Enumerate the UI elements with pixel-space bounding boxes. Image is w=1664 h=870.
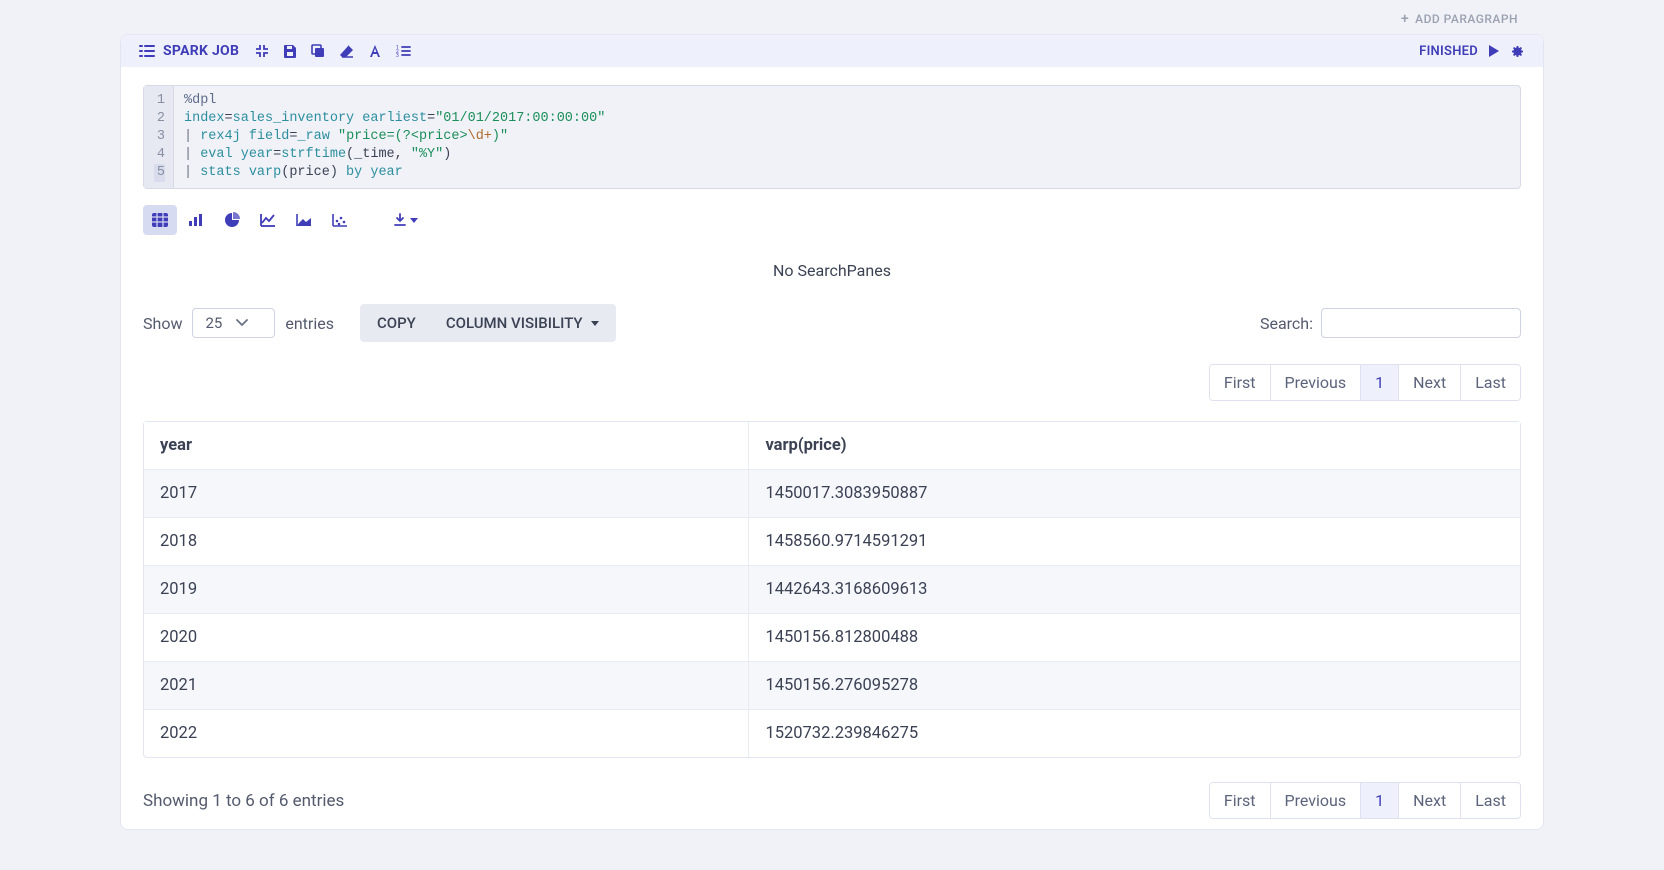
cell-year: 2020	[144, 614, 749, 662]
add-paragraph-button[interactable]: + ADD PARAGRAPH	[1401, 12, 1518, 26]
header-icons: 123	[255, 44, 411, 58]
cell-year: 2022	[144, 710, 749, 757]
svg-text:3: 3	[396, 53, 399, 58]
table-row: 20191442643.3168609613	[144, 566, 1520, 614]
results-table: year varp(price) 20171450017.30839508872…	[143, 421, 1521, 758]
add-paragraph-row: + ADD PARAGRAPH	[0, 0, 1664, 34]
entries-label: entries	[285, 314, 334, 333]
cell-status: FINISHED	[1419, 44, 1478, 59]
copy-icon[interactable]	[311, 44, 325, 58]
chevron-down-icon	[410, 218, 418, 223]
table-row: 20171450017.3083950887	[144, 470, 1520, 518]
button-group: COPY COLUMN VISIBILITY	[360, 304, 616, 342]
col-varp[interactable]: varp(price)	[749, 422, 1520, 470]
scatter-chart-button[interactable]	[323, 205, 357, 235]
entries-select[interactable]: 25	[192, 308, 275, 338]
eraser-icon[interactable]	[339, 44, 354, 58]
cell-year: 2019	[144, 566, 749, 614]
table-footer: Showing 1 to 6 of 6 entries First Previo…	[121, 764, 1543, 829]
cell-varp: 1450017.3083950887	[749, 470, 1520, 518]
column-visibility-button[interactable]: COLUMN VISIBILITY	[432, 307, 613, 339]
pager-page-1[interactable]: 1	[1360, 365, 1398, 400]
table-controls: Show 25 entries COPY COLUMN VISIBILITY S…	[121, 290, 1543, 348]
table-row: 20211450156.276095278	[144, 662, 1520, 710]
chevron-down-icon	[591, 321, 599, 326]
pager-last[interactable]: Last	[1460, 783, 1520, 818]
cell-varp: 1458560.9714591291	[749, 518, 1520, 566]
showing-text: Showing 1 to 6 of 6 entries	[143, 791, 344, 811]
cell-varp: 1450156.812800488	[749, 614, 1520, 662]
cell-title-text: SPARK JOB	[163, 43, 239, 59]
show-label: Show	[143, 314, 182, 333]
table-row: 20181458560.9714591291	[144, 518, 1520, 566]
cell-varp: 1442643.3168609613	[749, 566, 1520, 614]
pager-last[interactable]: Last	[1460, 365, 1520, 400]
code-body: %dpl index=sales_inventory earliest="01/…	[174, 86, 1520, 188]
table-row: 20221520732.239846275	[144, 710, 1520, 757]
pager-bottom: First Previous 1 Next Last	[1209, 782, 1521, 819]
cell-title: SPARK JOB	[139, 43, 239, 59]
cell-year: 2021	[144, 662, 749, 710]
search-label: Search:	[1260, 314, 1313, 333]
pie-chart-button[interactable]	[215, 205, 249, 235]
line-chart-button[interactable]	[251, 205, 285, 235]
bar-chart-button[interactable]	[179, 205, 213, 235]
cell-varp: 1520732.239846275	[749, 710, 1520, 757]
cell-year: 2017	[144, 470, 749, 518]
entries-value: 25	[205, 314, 222, 332]
plus-icon: +	[1401, 12, 1409, 26]
list-icon	[139, 44, 155, 58]
pager-prev[interactable]: Previous	[1270, 783, 1361, 818]
notebook-cell: SPARK JOB 123 FINISHED 1 2	[120, 34, 1544, 830]
pager-first[interactable]: First	[1210, 365, 1270, 400]
play-icon[interactable]	[1488, 44, 1500, 58]
cell-header: SPARK JOB 123 FINISHED	[121, 35, 1543, 67]
cell-year: 2018	[144, 518, 749, 566]
code-editor[interactable]: 1 2 3 4 5 %dpl index=sales_inventory ear…	[143, 85, 1521, 189]
pager-next[interactable]: Next	[1398, 365, 1460, 400]
font-icon[interactable]	[368, 44, 382, 58]
pager-page-1[interactable]: 1	[1360, 783, 1398, 818]
pager-first[interactable]: First	[1210, 783, 1270, 818]
table-view-button[interactable]	[143, 205, 177, 235]
cell-header-right: FINISHED	[1419, 44, 1525, 59]
ordered-list-icon[interactable]: 123	[396, 44, 411, 58]
save-icon[interactable]	[283, 44, 297, 58]
no-search-panes: No SearchPanes	[121, 235, 1543, 290]
pager-prev[interactable]: Previous	[1270, 365, 1361, 400]
compress-icon[interactable]	[255, 44, 269, 58]
line-gutter: 1 2 3 4 5	[144, 86, 174, 188]
area-chart-button[interactable]	[287, 205, 321, 235]
workspace: + ADD PARAGRAPH SPARK JOB 123	[0, 0, 1664, 870]
cell-varp: 1450156.276095278	[749, 662, 1520, 710]
cell-header-left: SPARK JOB 123	[139, 43, 411, 59]
search-input[interactable]	[1321, 308, 1521, 338]
download-button[interactable]	[385, 205, 426, 235]
gear-icon[interactable]	[1510, 44, 1525, 59]
chevron-down-icon	[236, 319, 248, 327]
col-year[interactable]: year	[144, 422, 749, 470]
table-header-row: year varp(price)	[144, 422, 1520, 470]
pager-next[interactable]: Next	[1398, 783, 1460, 818]
add-paragraph-label: ADD PARAGRAPH	[1415, 12, 1518, 26]
table-row: 20201450156.812800488	[144, 614, 1520, 662]
pager-top: First Previous 1 Next Last	[121, 348, 1543, 407]
viz-toolbar	[121, 199, 1543, 235]
copy-button[interactable]: COPY	[363, 307, 430, 339]
